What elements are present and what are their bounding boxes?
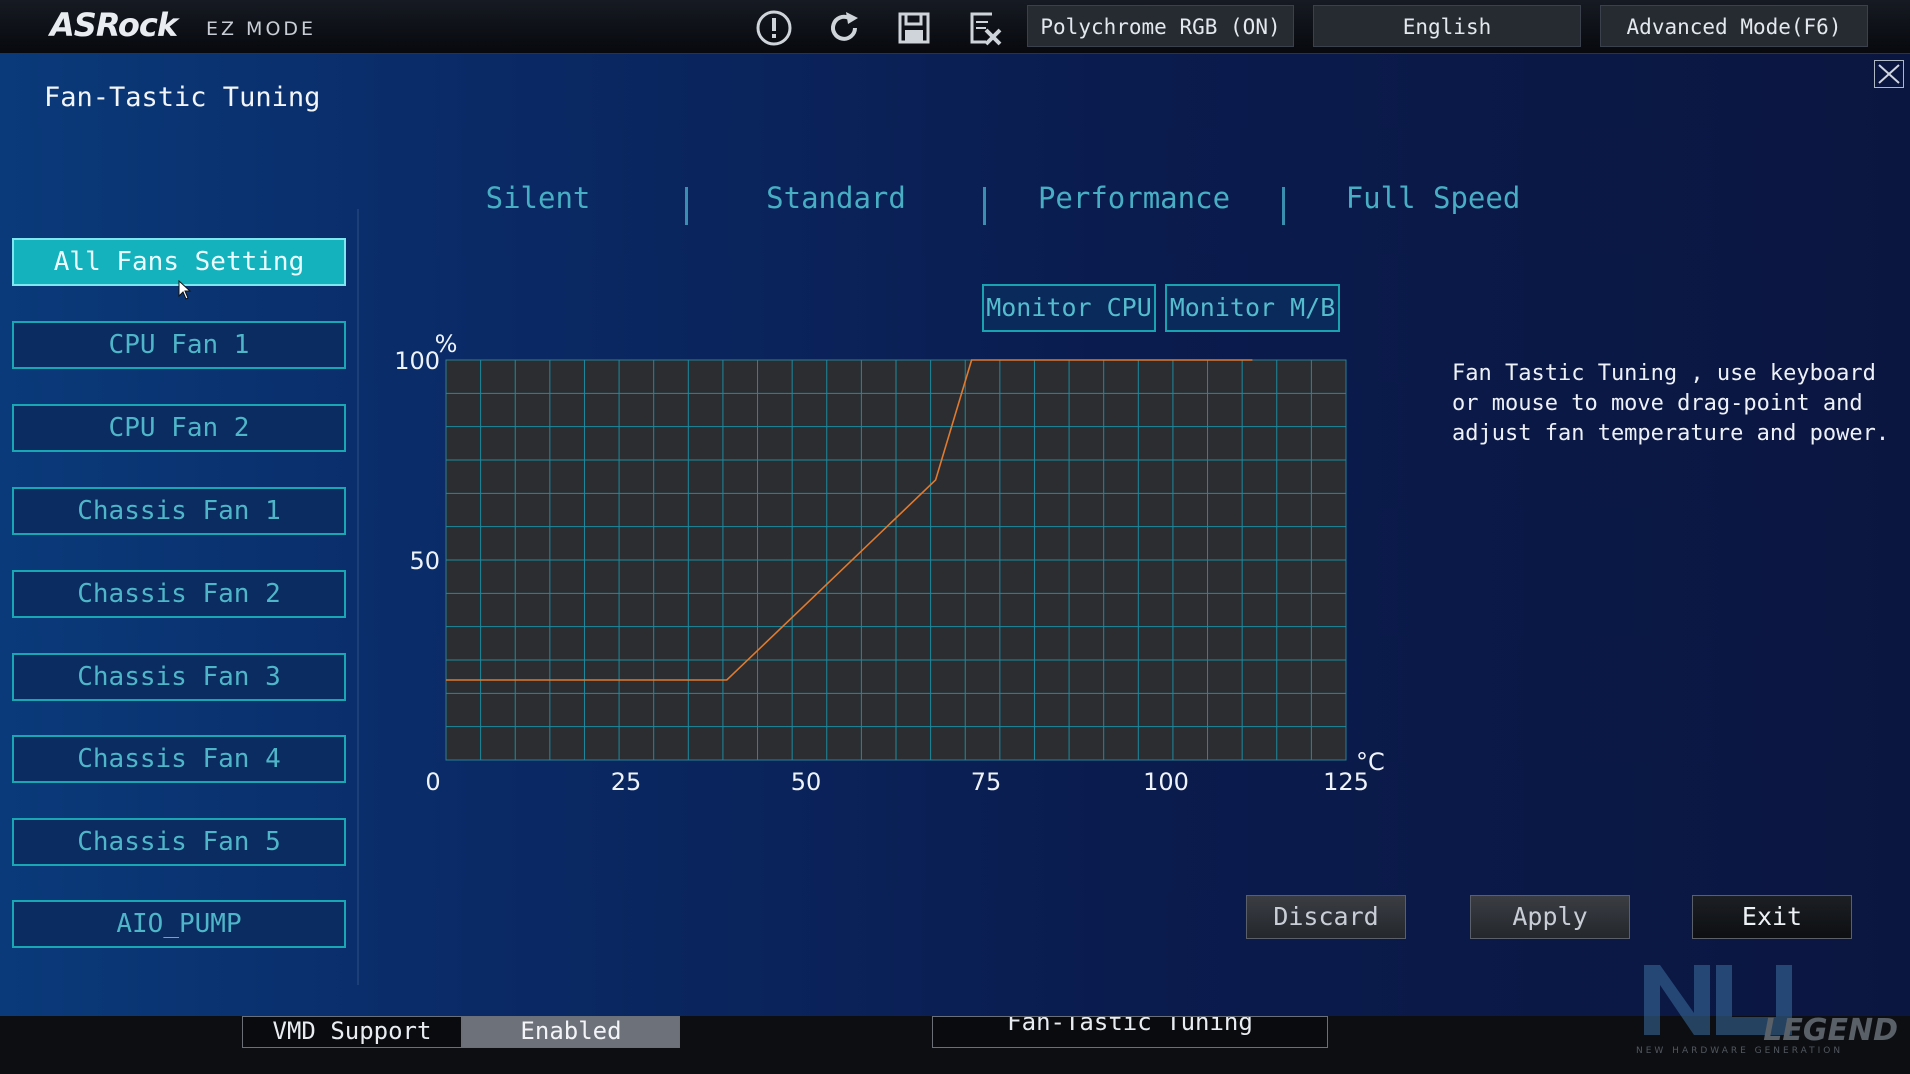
close-icon[interactable] <box>1874 60 1904 88</box>
sidebar-divider <box>357 209 359 985</box>
all-fans-setting-button[interactable]: All Fans Setting <box>12 238 346 286</box>
fan-curve-point[interactable] <box>969 358 974 363</box>
fan-item-button[interactable]: CPU Fan 2 <box>12 404 346 452</box>
warning-icon[interactable] <box>754 8 794 48</box>
brand-logo: ASRock <box>50 6 178 44</box>
page-title: Fan-Tastic Tuning <box>44 82 321 113</box>
discard-button[interactable]: Discard <box>1246 895 1406 939</box>
x-tick-label: 50 <box>791 768 822 796</box>
background-menu-strip: VMD Support Enabled Fan-Tastic Tuning <box>0 1016 1910 1074</box>
tab-performance[interactable]: Performance <box>1009 181 1259 215</box>
x-tick-label: 100 <box>1143 768 1189 796</box>
help-text: Fan Tastic Tuning , use keyboard or mous… <box>1452 361 1890 446</box>
tab-separator <box>983 187 986 225</box>
advanced-mode-button[interactable]: Advanced Mode(F6) <box>1600 5 1868 47</box>
fan-curve-point[interactable] <box>444 678 449 683</box>
watermark-subtext: NEW HARDWARE GENERATION <box>1636 1046 1844 1056</box>
mouse-cursor-icon <box>178 280 192 300</box>
apply-button[interactable]: Apply <box>1470 895 1630 939</box>
exit-discard-icon[interactable] <box>964 8 1004 48</box>
save-icon[interactable] <box>894 8 934 48</box>
mode-label: EZ MODE <box>206 18 317 40</box>
fan-item-button[interactable]: AIO_PUMP <box>12 900 346 948</box>
fan-tastic-tuning-item[interactable]: Fan-Tastic Tuning <box>932 1016 1328 1048</box>
vmd-support-value[interactable]: Enabled <box>462 1016 680 1048</box>
tab-silent[interactable]: Silent <box>413 181 663 215</box>
exit-button[interactable]: Exit <box>1692 895 1852 939</box>
fan-item-button[interactable]: Chassis Fan 1 <box>12 487 346 535</box>
vmd-support-label[interactable]: VMD Support <box>242 1016 462 1048</box>
y-axis-unit-label: % <box>435 330 458 358</box>
fan-curve-chart[interactable]: 25 50 75 100 125010050%°C <box>380 320 1400 820</box>
x-axis-unit-label: °C <box>1356 748 1385 776</box>
top-bar: ASRock EZ MODE Polychrome RGB (ON) Engli… <box>0 0 1910 54</box>
tab-full-speed[interactable]: Full Speed <box>1308 181 1558 215</box>
fan-item-button[interactable]: Chassis Fan 4 <box>12 735 346 783</box>
x-tick-label: 25 <box>611 768 642 796</box>
fan-item-button[interactable]: Chassis Fan 5 <box>12 818 346 866</box>
fan-item-button[interactable]: CPU Fan 1 <box>12 321 346 369</box>
y-tick-label: 50 <box>409 547 440 575</box>
tab-separator <box>1282 187 1285 225</box>
refresh-icon[interactable] <box>824 8 864 48</box>
x-tick-label: 75 <box>971 768 1002 796</box>
language-button[interactable]: English <box>1313 5 1581 47</box>
fan-item-button[interactable]: Chassis Fan 2 <box>12 570 346 618</box>
y-tick-label: 100 <box>394 347 440 375</box>
fan-item-button[interactable]: Chassis Fan 3 <box>12 653 346 701</box>
watermark-logo: LEGEND NEW HARDWARE GENERATION <box>1636 955 1906 1060</box>
polychrome-button[interactable]: Polychrome RGB (ON) <box>1027 5 1294 47</box>
tab-standard[interactable]: Standard <box>711 181 961 215</box>
fan-curve-point[interactable] <box>1250 358 1255 363</box>
watermark-text: LEGEND <box>1763 1013 1898 1048</box>
fan-curve-point[interactable] <box>724 678 729 683</box>
axis-origin-label: 0 <box>425 768 440 796</box>
tab-separator <box>685 187 688 225</box>
fan-curve-point[interactable] <box>933 478 938 483</box>
